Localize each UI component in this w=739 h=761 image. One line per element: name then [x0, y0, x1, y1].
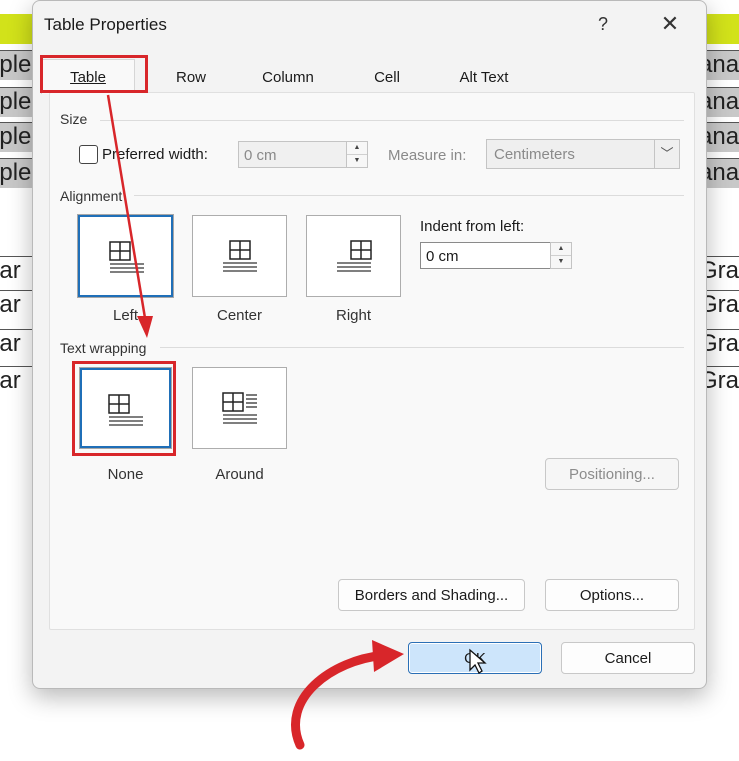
indent-from-left-input[interactable]: 0 cm [420, 242, 552, 269]
preferred-width-spinner[interactable]: ▲ ▼ [346, 141, 368, 168]
group-separator [100, 120, 684, 121]
wrap-around-label: Around [215, 466, 264, 483]
align-right-button[interactable] [306, 215, 401, 297]
help-button[interactable]: ? [591, 11, 615, 37]
tab-column[interactable]: Column [239, 59, 337, 93]
align-center-button[interactable] [192, 215, 287, 297]
wrap-none-label: None [107, 466, 144, 483]
wrap-around-button[interactable] [192, 367, 287, 449]
doc-cell: Grap [703, 290, 739, 320]
group-separator [160, 347, 684, 348]
tab-row[interactable]: Row [145, 59, 237, 93]
align-right-icon [337, 240, 372, 272]
doc-cell: ana [703, 122, 739, 152]
wrap-around-icon [222, 392, 257, 424]
dialog-title-bar[interactable]: Table Properties ? ✕ [33, 1, 706, 49]
align-left-button[interactable] [78, 215, 173, 297]
tab-label: Cell [374, 69, 400, 86]
alignment-group-label: Alignment [60, 188, 123, 204]
doc-cell: ople [0, 87, 34, 117]
spin-down-icon[interactable]: ▼ [551, 256, 571, 268]
chevron-down-icon[interactable]: ﹀ [654, 140, 679, 168]
spin-down-icon[interactable]: ▼ [347, 155, 367, 167]
doc-cell: Grap [703, 366, 739, 396]
tab-cell[interactable]: Cell [341, 59, 433, 93]
doc-cell: ople [0, 50, 34, 80]
tab-label: Column [262, 69, 314, 86]
spin-up-icon[interactable]: ▲ [551, 243, 571, 256]
doc-cell: Grap [703, 256, 739, 286]
preferred-width-checkbox[interactable] [79, 145, 98, 164]
table-properties-dialog: Table Properties ? ✕ Table Row Column Ce… [32, 0, 707, 689]
doc-cell: ople [0, 158, 34, 188]
tab-label: Alt Text [459, 69, 509, 86]
preferred-width-label: Preferred width: [102, 146, 208, 163]
doc-cell: ear [0, 329, 34, 359]
measure-in-label: Measure in: [388, 147, 467, 164]
preferred-width-input[interactable]: 0 cm [238, 141, 348, 168]
align-left-label: Left [112, 307, 139, 324]
align-right-label: Right [335, 307, 372, 324]
group-separator [134, 195, 684, 196]
size-group-label: Size [60, 111, 88, 127]
positioning-button[interactable]: Positioning... [545, 458, 679, 490]
doc-cell: ear [0, 256, 34, 286]
doc-cell: ana [703, 87, 739, 117]
ok-button[interactable]: OK [408, 642, 542, 674]
options-button[interactable]: Options... [545, 579, 679, 611]
dialog-title: Table Properties [44, 15, 167, 34]
close-button[interactable]: ✕ [657, 11, 683, 37]
annotation-box-wrap-none [72, 361, 176, 456]
cancel-button[interactable]: Cancel [561, 642, 695, 674]
text-wrapping-group-label: Text wrapping [60, 340, 147, 356]
measure-in-value: Centimeters [494, 146, 575, 163]
doc-cell: ear [0, 366, 34, 396]
tab-alt-text[interactable]: Alt Text [435, 59, 533, 93]
doc-cell: ana [703, 50, 739, 80]
spin-up-icon[interactable]: ▲ [347, 142, 367, 155]
align-center-icon [223, 240, 257, 272]
doc-cell: ear [0, 290, 34, 320]
align-center-label: Center [216, 307, 263, 324]
doc-cell: ople [0, 122, 34, 152]
annotation-box-table-tab [40, 55, 148, 93]
indent-from-left-label: Indent from left: [420, 218, 525, 235]
indent-spinner[interactable]: ▲ ▼ [550, 242, 572, 269]
align-left-icon [109, 241, 144, 273]
borders-and-shading-button[interactable]: Borders and Shading... [338, 579, 525, 611]
doc-cell: ana [703, 158, 739, 188]
tab-label: Row [175, 69, 206, 86]
doc-cell: Grap [703, 329, 739, 359]
measure-in-select[interactable]: Centimeters ﹀ [486, 139, 680, 169]
